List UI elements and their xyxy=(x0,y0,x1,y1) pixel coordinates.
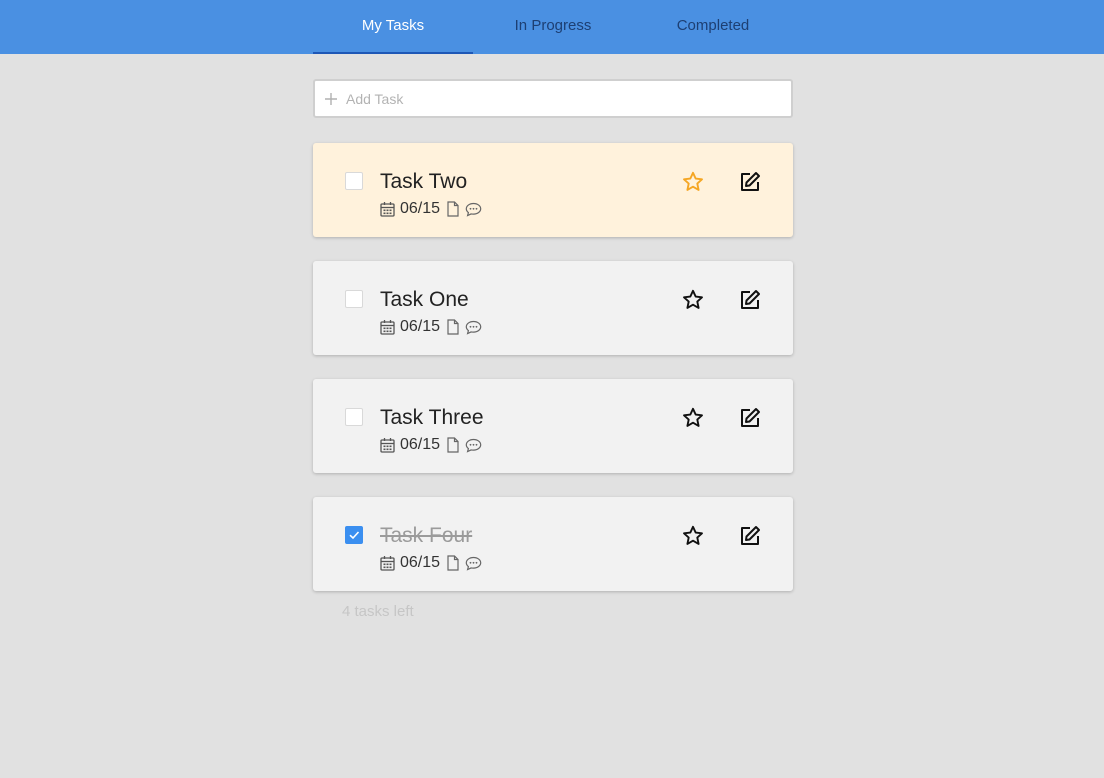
add-task-input[interactable] xyxy=(346,90,766,107)
task-checkbox[interactable] xyxy=(345,408,363,426)
edit-icon[interactable] xyxy=(739,289,761,311)
star-icon[interactable] xyxy=(682,171,704,193)
task-card[interactable]: Task Three 06/15 xyxy=(313,379,793,473)
calendar-icon xyxy=(380,437,395,453)
edit-icon[interactable] xyxy=(739,525,761,547)
task-checkbox[interactable] xyxy=(345,290,363,308)
comment-icon xyxy=(465,556,482,571)
task-meta: 06/15 xyxy=(380,199,482,219)
calendar-icon xyxy=(380,555,395,571)
add-task-field[interactable] xyxy=(313,79,793,118)
tab-completed[interactable]: Completed xyxy=(633,0,793,54)
task-due-date: 06/15 xyxy=(400,554,441,571)
task-checkbox[interactable] xyxy=(345,172,363,190)
calendar-icon xyxy=(380,319,395,335)
star-icon[interactable] xyxy=(682,289,704,311)
tasks-left-count: 4 tasks left xyxy=(342,603,414,620)
plus-icon xyxy=(316,92,346,106)
star-icon[interactable] xyxy=(682,407,704,429)
top-nav-bar: My Tasks In Progress Completed xyxy=(0,0,1104,54)
task-title: Task Three xyxy=(380,406,484,429)
task-title: Task One xyxy=(380,288,469,311)
calendar-icon xyxy=(380,201,395,217)
comment-icon xyxy=(465,438,482,453)
file-icon xyxy=(447,319,459,335)
edit-icon[interactable] xyxy=(739,407,761,429)
comment-icon xyxy=(465,202,482,217)
task-meta: 06/15 xyxy=(380,435,482,455)
tab-bar: My Tasks In Progress Completed xyxy=(313,0,793,54)
tab-in-progress[interactable]: In Progress xyxy=(473,0,633,54)
task-meta: 06/15 xyxy=(380,317,482,337)
task-due-date: 06/15 xyxy=(400,436,441,453)
task-title: Task Four xyxy=(380,524,473,547)
edit-icon[interactable] xyxy=(739,171,761,193)
tab-my-tasks[interactable]: My Tasks xyxy=(313,0,473,54)
star-icon[interactable] xyxy=(682,525,704,547)
task-due-date: 06/15 xyxy=(400,318,441,335)
file-icon xyxy=(447,201,459,217)
task-card[interactable]: Task Two 06/15 xyxy=(313,143,793,237)
task-meta: 06/15 xyxy=(380,553,482,573)
comment-icon xyxy=(465,320,482,335)
task-card[interactable]: Task One 06/15 xyxy=(313,261,793,355)
task-checkbox[interactable] xyxy=(345,526,363,544)
file-icon xyxy=(447,555,459,571)
task-title: Task Two xyxy=(380,170,468,193)
task-card[interactable]: Task Four 06/15 xyxy=(313,497,793,591)
file-icon xyxy=(447,437,459,453)
task-due-date: 06/15 xyxy=(400,200,441,217)
